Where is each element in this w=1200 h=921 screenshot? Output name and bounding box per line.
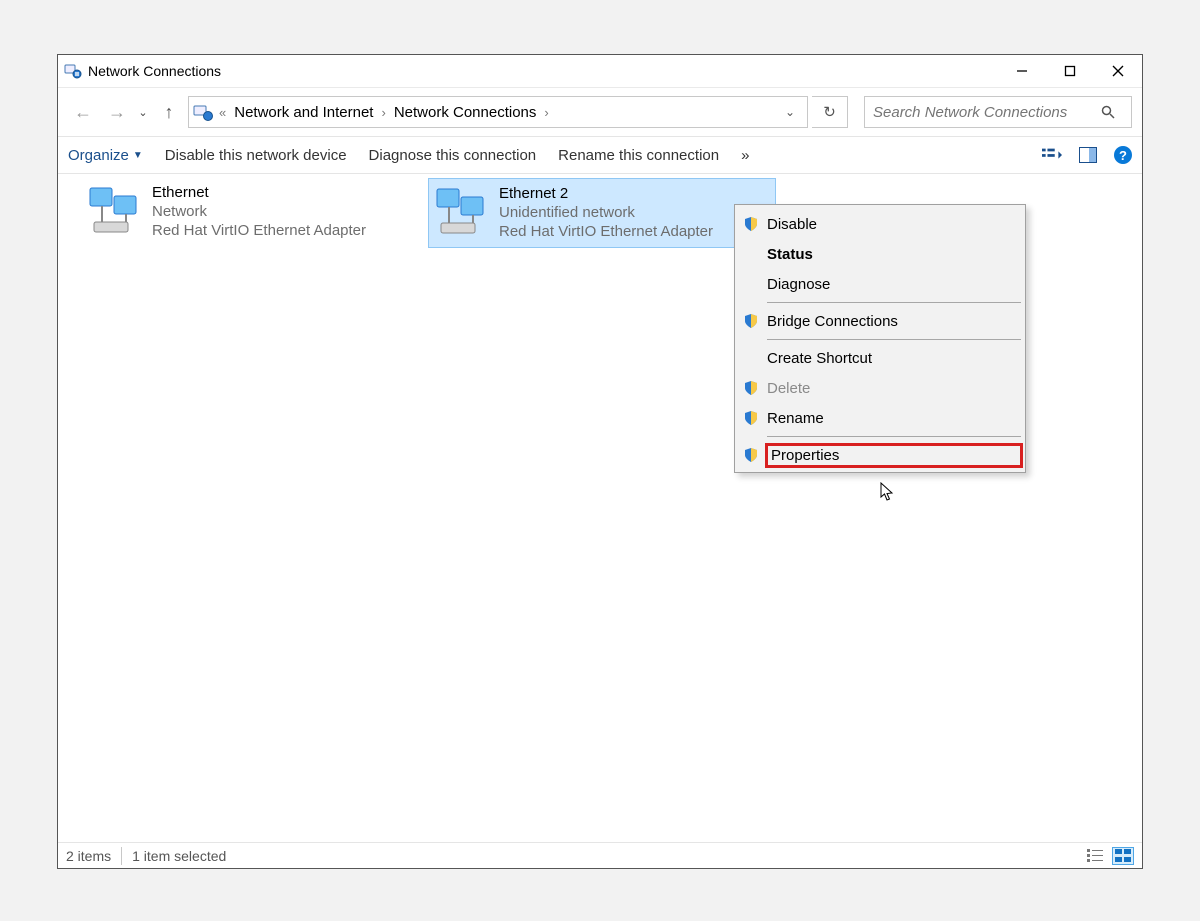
- address-bar[interactable]: « Network and Internet › Network Connect…: [188, 96, 808, 128]
- menu-item-status[interactable]: Status: [737, 239, 1023, 269]
- shield-icon: [737, 216, 765, 232]
- status-separator: [121, 847, 122, 865]
- view-tools: ?: [1042, 145, 1132, 165]
- command-bar: Organize ▼ Disable this network device D…: [58, 136, 1142, 174]
- overflow-button[interactable]: »: [741, 147, 749, 164]
- navigation-bar: ← → ⌄ ↑ « Network and Internet › Network…: [58, 88, 1142, 136]
- adapter-name: Ethernet 2: [499, 185, 713, 202]
- history-dropdown[interactable]: ⌄: [136, 106, 150, 119]
- up-button[interactable]: ↑: [154, 97, 184, 127]
- search-icon[interactable]: [1101, 105, 1131, 119]
- shield-icon: [737, 380, 765, 396]
- change-view-button[interactable]: [1042, 145, 1062, 165]
- status-bar: 2 items 1 item selected: [58, 842, 1142, 868]
- menu-label: Delete: [765, 380, 1023, 397]
- tiles-view-button[interactable]: [1112, 847, 1134, 865]
- disable-device-button[interactable]: Disable this network device: [165, 147, 347, 164]
- details-view-button[interactable]: [1084, 847, 1106, 865]
- adapter-list: Ethernet Network Red Hat VirtIO Ethernet…: [58, 174, 1142, 842]
- breadcrumb-crumb-1[interactable]: Network Connections: [392, 104, 539, 121]
- menu-label: Bridge Connections: [765, 313, 1023, 330]
- adapter-item-ethernet[interactable]: Ethernet Network Red Hat VirtIO Ethernet…: [82, 178, 430, 248]
- adapter-status: Unidentified network: [499, 204, 713, 221]
- menu-label: Disable: [765, 216, 1023, 233]
- network-connections-window: Network Connections ← → ⌄ ↑ «: [57, 54, 1143, 869]
- adapter-device: Red Hat VirtIO Ethernet Adapter: [499, 223, 713, 240]
- maximize-button[interactable]: [1046, 55, 1094, 87]
- breadcrumb-separator: ›: [377, 105, 389, 120]
- forward-button[interactable]: →: [102, 97, 132, 127]
- adapter-name: Ethernet: [152, 184, 366, 201]
- network-folder-icon: [193, 102, 213, 122]
- breadcrumb-crumb-0[interactable]: Network and Internet: [232, 104, 375, 121]
- adapter-device: Red Hat VirtIO Ethernet Adapter: [152, 222, 366, 239]
- network-connections-icon: [64, 62, 82, 80]
- breadcrumb-prefix: «: [215, 105, 230, 120]
- menu-item-create-shortcut[interactable]: Create Shortcut: [737, 343, 1023, 373]
- dropdown-icon: ▼: [133, 150, 143, 161]
- menu-item-properties[interactable]: Properties: [737, 440, 1023, 470]
- menu-label: Properties: [765, 443, 1023, 468]
- network-adapter-icon: [86, 182, 144, 240]
- adapter-status: Network: [152, 203, 366, 220]
- menu-separator: [767, 302, 1021, 303]
- rename-connection-button[interactable]: Rename this connection: [558, 147, 719, 164]
- diagnose-connection-button[interactable]: Diagnose this connection: [369, 147, 537, 164]
- shield-icon: [737, 313, 765, 329]
- menu-label: Create Shortcut: [765, 350, 1023, 367]
- menu-item-rename[interactable]: Rename: [737, 403, 1023, 433]
- menu-separator: [767, 436, 1021, 437]
- network-adapter-icon: [433, 183, 491, 241]
- shield-icon: [737, 410, 765, 426]
- status-selected-count: 1 item selected: [132, 848, 226, 864]
- menu-item-disable[interactable]: Disable: [737, 209, 1023, 239]
- window-controls: [998, 55, 1142, 87]
- refresh-button[interactable]: ↻: [812, 96, 848, 128]
- organize-menu[interactable]: Organize ▼: [68, 147, 143, 164]
- search-box[interactable]: [864, 96, 1132, 128]
- address-dropdown[interactable]: ⌄: [777, 105, 803, 119]
- titlebar: Network Connections: [58, 55, 1142, 88]
- window-title: Network Connections: [88, 63, 998, 79]
- help-button[interactable]: ?: [1114, 146, 1132, 164]
- menu-label: Status: [765, 246, 1023, 263]
- menu-item-delete: Delete: [737, 373, 1023, 403]
- minimize-button[interactable]: [998, 55, 1046, 87]
- menu-separator: [767, 339, 1021, 340]
- shield-icon: [737, 447, 765, 463]
- adapter-context-menu: Disable Status Diagnose Bridge Connectio…: [734, 204, 1026, 473]
- search-input[interactable]: [865, 104, 1101, 121]
- close-button[interactable]: [1094, 55, 1142, 87]
- menu-label: Diagnose: [765, 276, 1023, 293]
- menu-item-bridge-connections[interactable]: Bridge Connections: [737, 306, 1023, 336]
- back-button[interactable]: ←: [68, 97, 98, 127]
- preview-pane-button[interactable]: [1078, 145, 1098, 165]
- mouse-cursor-icon: [880, 482, 894, 502]
- status-item-count: 2 items: [66, 848, 111, 864]
- breadcrumb-separator: ›: [540, 105, 552, 120]
- organize-label: Organize: [68, 147, 129, 164]
- menu-item-diagnose[interactable]: Diagnose: [737, 269, 1023, 299]
- adapter-item-ethernet-2[interactable]: Ethernet 2 Unidentified network Red Hat …: [428, 178, 776, 248]
- menu-label: Rename: [765, 410, 1023, 427]
